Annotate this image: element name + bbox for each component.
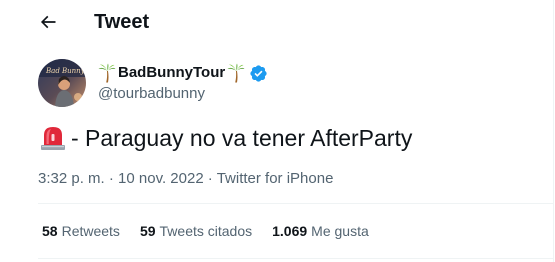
author-handle[interactable]: @tourbadbunny [98,84,205,104]
likes-label: Me gusta [311,223,369,239]
page-title: Tweet [94,11,150,33]
tweet-time: 3:32 p. m. [38,170,105,187]
tweet-stats: 58 Retweets 59 Tweets citados 1.069 Me g… [42,222,369,240]
retweets-label: Retweets [61,223,120,239]
tweet-text: - Paraguay no va tener AfterParty [39,123,412,153]
tweet-meta: 3:32 p. m. · 10 nov. 2022 · Twitter for … [38,169,333,189]
meta-separator: · [207,170,213,187]
rotating-light-icon [41,127,65,150]
author-name-row[interactable]: BadBunnyTour [98,62,268,84]
svg-text:Bad Bunny: Bad Bunny [45,67,86,75]
tweet-date: 10 nov. 2022 [118,170,204,187]
palm-tree-icon [98,63,116,83]
tweet-page: Tweet Bad Bunny BadBunnyTour @tourbadbun… [0,0,555,262]
author-display-name: BadBunnyTour [118,64,226,81]
verified-badge-icon [250,64,267,82]
arrow-left-icon [40,15,56,29]
likes-count: 1.069 [272,223,308,239]
retweets-count: 58 [42,223,58,239]
tweet-text-content: - Paraguay no va tener AfterParty [71,125,413,151]
quote-tweets-count: 59 [139,223,156,239]
page-header: Tweet [0,0,553,44]
divider [38,258,553,259]
likes-stat[interactable]: 1.069 Me gusta [272,222,369,240]
palm-tree-icon [227,63,245,83]
avatar-image: Bad Bunny [38,59,86,107]
quote-tweets-stat[interactable]: 59 Tweets citados [140,222,252,240]
avatar[interactable]: Bad Bunny [38,59,86,107]
back-button[interactable] [30,4,66,40]
column-border [553,0,554,262]
meta-separator: · [108,170,114,187]
retweets-stat[interactable]: 58 Retweets [42,222,120,240]
tweet-timestamp[interactable]: 3:32 p. m. · 10 nov. 2022 [38,169,204,189]
divider [38,203,553,204]
quote-tweets-label: Tweets citados [159,223,253,239]
tweet-source[interactable]: Twitter for iPhone [217,169,334,189]
